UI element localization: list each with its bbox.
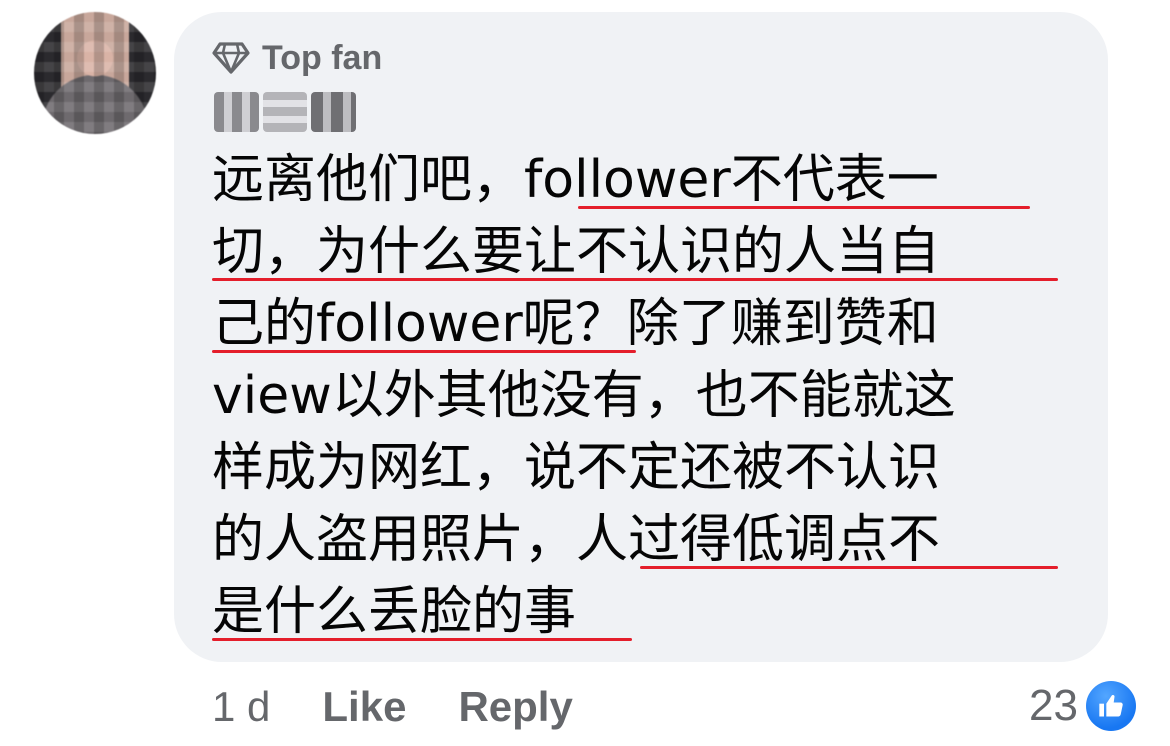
comment-line: 己的follower呢？除了赚到赞和	[212, 294, 939, 354]
avatar[interactable]	[34, 12, 156, 134]
reaction-count: 23	[1029, 681, 1078, 730]
comment-actions: 1 d Like Reply	[212, 672, 573, 742]
highlight-underline	[578, 206, 1030, 209]
like-button[interactable]: Like	[322, 683, 406, 731]
reaction-summary[interactable]: 23	[1029, 674, 1136, 738]
comment-line: 样成为网红，说不定还被不认识	[212, 438, 941, 498]
comment-line: 切，为什么要让不认识的人当自	[212, 216, 1092, 288]
badge-label: Top fan	[262, 38, 383, 77]
highlight-underline	[212, 350, 636, 353]
comment-line: 远离他们吧，follower不代表一	[212, 144, 1092, 216]
diamond-icon	[212, 42, 250, 74]
reply-button[interactable]: Reply	[458, 683, 572, 731]
comment-line: 的人盗用照片，人过得低调点不	[212, 504, 1092, 576]
comment-text: 远离他们吧，follower不代表一 切，为什么要让不认识的人当自 己的foll…	[212, 144, 1092, 648]
comment-line: 是什么丢脸的事	[212, 576, 1092, 648]
top-fan-badge: Top fan	[212, 36, 382, 80]
highlight-underline	[212, 278, 1058, 281]
thumbs-up-icon	[1086, 681, 1136, 731]
author-name-blurred[interactable]	[214, 92, 357, 132]
timestamp[interactable]: 1 d	[212, 683, 270, 731]
comment-line: view以外其他没有，也不能就这	[212, 366, 956, 426]
highlight-underline	[640, 566, 1058, 569]
highlight-underline	[212, 638, 632, 641]
